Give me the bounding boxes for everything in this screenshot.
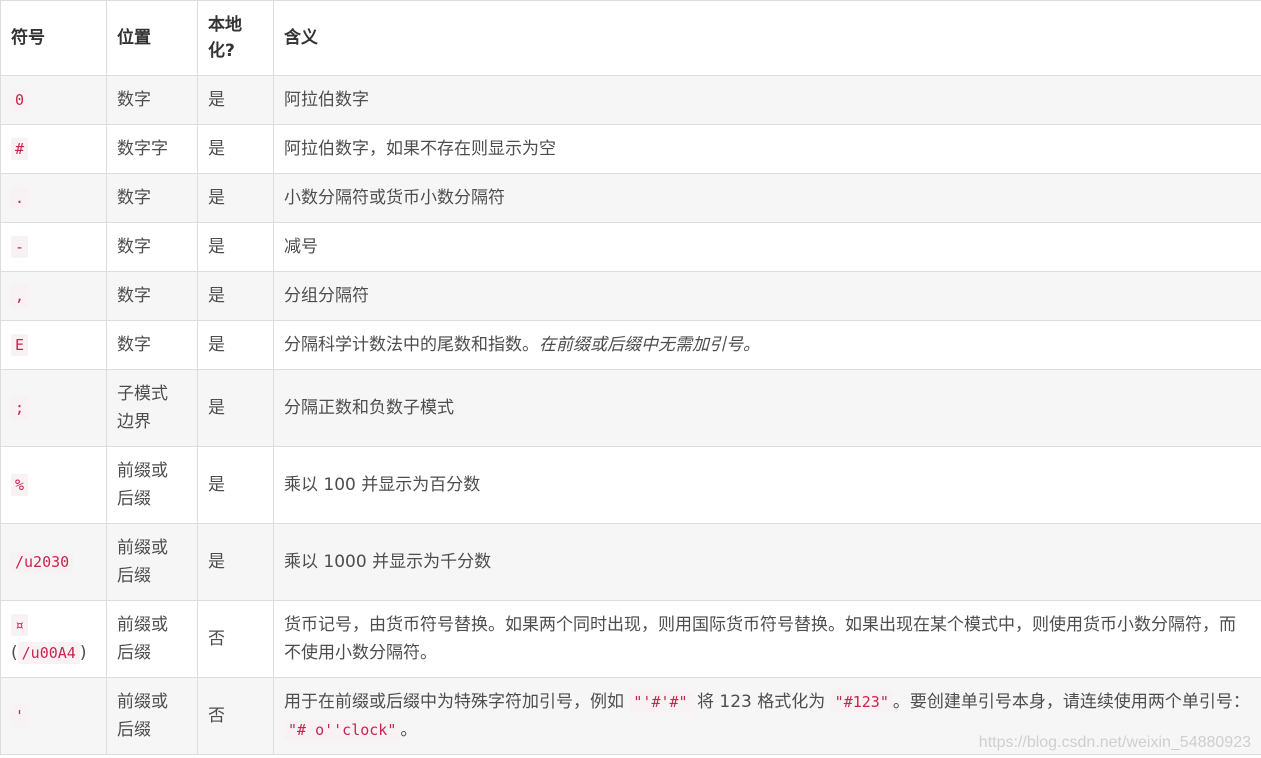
location-cell: 数字 — [106, 320, 198, 370]
table-row: , 数字 是 分组分隔符 — [0, 271, 1261, 321]
symbol-code: 0 — [11, 89, 29, 111]
symbol-cell: E — [0, 320, 107, 370]
localized-cell: 是 — [197, 124, 274, 174]
table-row: ; 子模式边界 是 分隔正数和负数子模式 — [0, 369, 1261, 447]
symbol-code: E — [11, 334, 29, 356]
symbol-code: /u2030 — [11, 551, 74, 573]
location-line2: 后缀 — [117, 643, 151, 663]
meaning-cell: 分隔正数和负数子模式 — [273, 369, 1261, 447]
location-cell: 前缀或 后缀 — [106, 677, 198, 755]
location-line1: 前缀或 — [117, 538, 168, 558]
table-row: . 数字 是 小数分隔符或货币小数分隔符 — [0, 173, 1261, 223]
localized-cell: 是 — [197, 222, 274, 272]
meaning-text-3: 。要创建单引号本身，请连续使用两个单引号： — [892, 692, 1250, 712]
location-line1: 子模式 — [117, 384, 168, 404]
symbol-cell: . — [0, 173, 107, 223]
symbol-code: ' — [11, 705, 29, 727]
localized-cell: 是 — [197, 271, 274, 321]
table-row: /u2030 前缀或后缀 是 乘以 1000 并显示为千分数 — [0, 523, 1261, 601]
symbol-code: ¤ — [11, 614, 29, 636]
localized-cell: 是 — [197, 173, 274, 223]
meaning-code-2: "#123" — [830, 691, 893, 713]
location-cell: 前缀或 后缀 — [106, 600, 198, 678]
location-cell: 数字 — [106, 271, 198, 321]
symbol-code: % — [11, 474, 29, 496]
localized-cell: 是 — [197, 75, 274, 125]
header-meaning: 含义 — [273, 0, 1261, 76]
localized-cell: 否 — [197, 600, 274, 678]
localized-cell: 是 — [197, 523, 274, 601]
meaning-cell: 阿拉伯数字 — [273, 75, 1261, 125]
localized-cell: 是 — [197, 369, 274, 447]
meaning-text: 分隔科学计数法中的尾数和指数。 — [284, 335, 539, 355]
table-row: # 数字字 是 阿拉伯数字，如果不存在则显示为空 — [0, 124, 1261, 174]
symbol-cell: ¤ (/u00A4) — [0, 600, 107, 678]
symbol-table: 符号 位置 本地化? 含义 0 数字 是 阿拉伯数字 # 数字字 是 阿拉伯数字… — [0, 0, 1261, 755]
symbol-unicode-code: /u00A4 — [17, 642, 80, 664]
meaning-text-4: 。 — [400, 720, 418, 740]
symbol-cell: , — [0, 271, 107, 321]
meaning-cell: 分组分隔符 — [273, 271, 1261, 321]
symbol-code: ; — [11, 397, 29, 419]
table-row: ¤ (/u00A4) 前缀或后缀 否 货币记号，由货币符号替换。如果两个同时出现，… — [0, 600, 1261, 678]
table-row: - 数字 是 减号 — [0, 222, 1261, 272]
meaning-cell: 货币记号，由货币符号替换。如果两个同时出现，则用国际货币符号替换。如果出现在某个… — [273, 600, 1261, 678]
location-line1: 前缀或 — [117, 461, 168, 481]
location-cell: 前缀或 后缀 — [106, 446, 198, 524]
location-line1: 前缀或 — [117, 615, 168, 635]
table-row: % 前缀或后缀 是 乘以 100 并显示为百分数 — [0, 446, 1261, 524]
symbol-code: , — [11, 285, 29, 307]
location-cell: 前缀或 后缀 — [106, 523, 198, 601]
meaning-code-3: "# o''clock" — [284, 719, 401, 741]
header-symbol: 符号 — [0, 0, 107, 76]
header-location: 位置 — [106, 0, 198, 76]
location-line2: 后缀 — [117, 720, 151, 740]
symbol-cell: ' — [0, 677, 107, 755]
header-localized-line1: 本地 — [208, 15, 242, 35]
symbol-cell: /u2030 — [0, 523, 107, 601]
table-row: E 数字 是 分隔科学计数法中的尾数和指数。在前缀或后缀中无需加引号。 — [0, 320, 1261, 370]
location-cell: 数字字 — [106, 124, 198, 174]
meaning-cell: 乘以 100 并显示为百分数 — [273, 446, 1261, 524]
meaning-code-1: "'#'#" — [629, 691, 692, 713]
localized-cell: 是 — [197, 446, 274, 524]
location-cell: 数字 — [106, 173, 198, 223]
symbol-cell: # — [0, 124, 107, 174]
symbol-cell: ; — [0, 369, 107, 447]
symbol-code: . — [11, 187, 29, 209]
location-line2: 边界 — [117, 412, 151, 432]
localized-cell: 否 — [197, 677, 274, 755]
paren-close: ) — [79, 643, 87, 663]
location-cell: 数字 — [106, 222, 198, 272]
symbol-cell: - — [0, 222, 107, 272]
symbol-code: - — [11, 236, 29, 258]
location-line1: 前缀或 — [117, 692, 168, 712]
meaning-text-1: 用于在前缀或后缀中为特殊字符加引号，例如 — [284, 692, 630, 712]
header-row: 符号 位置 本地化? 含义 — [0, 0, 1261, 76]
meaning-cell: 减号 — [273, 222, 1261, 272]
symbol-cell: 0 — [0, 75, 107, 125]
localized-cell: 是 — [197, 320, 274, 370]
header-localized: 本地化? — [197, 0, 274, 76]
header-localized-line2: 化? — [208, 41, 235, 61]
symbol-code: # — [11, 138, 29, 160]
location-cell: 子模式 边界 — [106, 369, 198, 447]
location-line2: 后缀 — [117, 489, 151, 509]
location-cell: 数字 — [106, 75, 198, 125]
meaning-text-2: 将 123 格式化为 — [691, 692, 831, 712]
table-row: 0 数字 是 阿拉伯数字 — [0, 75, 1261, 125]
watermark: https://blog.csdn.net/weixin_54880923 — [978, 734, 1251, 751]
meaning-cell: 小数分隔符或货币小数分隔符 — [273, 173, 1261, 223]
meaning-cell: 阿拉伯数字，如果不存在则显示为空 — [273, 124, 1261, 174]
paren-open: ( — [11, 643, 18, 663]
symbol-cell: % — [0, 446, 107, 524]
meaning-italic-note: 在前缀或后缀中无需加引号。 — [539, 335, 760, 355]
meaning-cell: 分隔科学计数法中的尾数和指数。在前缀或后缀中无需加引号。 — [273, 320, 1261, 370]
meaning-cell: 乘以 1000 并显示为千分数 — [273, 523, 1261, 601]
location-line2: 后缀 — [117, 566, 151, 586]
